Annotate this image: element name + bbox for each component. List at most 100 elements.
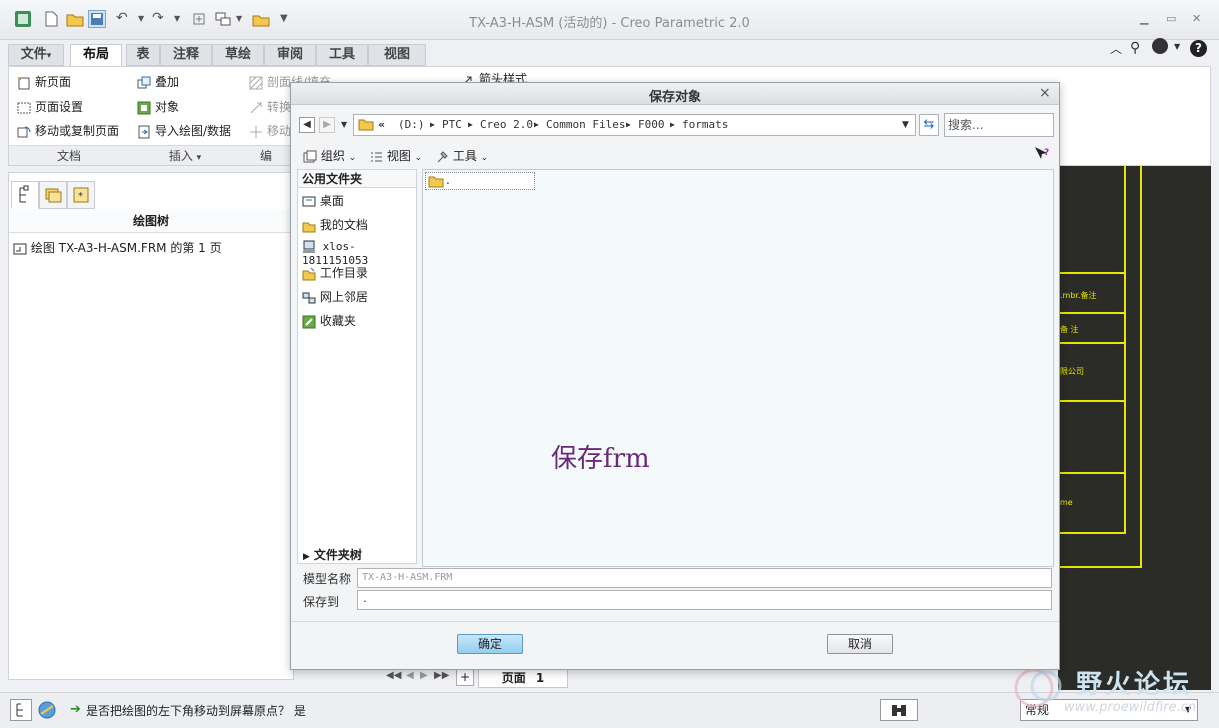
minimize-icon[interactable]: ▁: [1140, 12, 1148, 25]
back-icon[interactable]: ◀: [299, 117, 315, 133]
file-list[interactable]: . 保存frm: [422, 169, 1054, 567]
tools-menu[interactable]: 工具 ⌄: [435, 147, 488, 164]
history-dropdown-icon[interactable]: ▼: [341, 120, 347, 129]
import-icon: [137, 125, 151, 139]
chevron-down-icon: ⌄: [414, 153, 423, 163]
tab-model-tree[interactable]: [11, 181, 39, 209]
convert-button[interactable]: 转换: [249, 98, 291, 115]
tab-view[interactable]: 视图: [368, 44, 426, 66]
folder-icon: [358, 117, 374, 138]
ok-button[interactable]: 确定: [457, 634, 523, 654]
breadcrumb-formats[interactable]: formats: [682, 115, 728, 135]
place-favorites[interactable]: 收藏夹: [302, 312, 356, 329]
place-desktop[interactable]: 桌面: [302, 192, 344, 209]
tab-layout[interactable]: 布局: [70, 44, 122, 68]
object-icon: [137, 101, 151, 115]
search-input[interactable]: 搜索...: [944, 113, 1054, 137]
next-page-icon[interactable]: ▶: [420, 670, 428, 681]
frame-text: .mbr.备注: [1060, 291, 1097, 300]
title-bar: ↶ ▼ ↷ ▼ ▼ ▼ TX-A3-H-ASM (活动的) - Creo Par…: [0, 0, 1219, 40]
object-button[interactable]: 对象: [137, 98, 179, 115]
document-group-label: 文档: [9, 145, 129, 165]
frame-line: [1058, 400, 1126, 402]
breadcrumb-sep-icon: ▶: [430, 120, 435, 129]
breadcrumb-overflow[interactable]: «: [378, 115, 385, 135]
tab-table[interactable]: 表: [126, 44, 160, 66]
place-network[interactable]: 网上邻居: [302, 288, 368, 305]
tab-review[interactable]: 审阅: [264, 44, 316, 66]
breadcrumb-sep-icon: ▶: [670, 120, 675, 129]
edit-group-label: 编: [241, 145, 291, 165]
insert-group-label[interactable]: 插入 ▾: [129, 145, 241, 165]
view-menu[interactable]: 视图 ⌄: [369, 147, 422, 164]
window-title: TX-A3-H-ASM (活动的) - Creo Parametric 2.0: [469, 16, 750, 31]
documents-folder-icon: [302, 219, 316, 233]
organize-menu[interactable]: 组织 ⌄: [303, 147, 356, 164]
move-copy-page-button[interactable]: 移动或复制页面: [17, 122, 119, 139]
window-close-icon[interactable]: ✕: [1192, 12, 1201, 25]
file-item-current-folder[interactable]: .: [425, 172, 535, 190]
frame-line: [1124, 166, 1126, 534]
tree-item-page[interactable]: 绘图 TX-A3-H-ASM.FRM 的第 1 页: [13, 239, 222, 256]
tab-favorites[interactable]: *: [67, 181, 95, 209]
place-working-directory[interactable]: 工作目录: [302, 264, 368, 281]
tab-file[interactable]: 文件▾: [8, 44, 64, 66]
dialog-close-button[interactable]: ×: [1039, 85, 1051, 101]
overlay-icon: [137, 76, 151, 90]
place-my-documents[interactable]: 我的文档: [302, 216, 368, 233]
watermark-text: 野火论坛: [1076, 670, 1193, 700]
breadcrumb-common-files[interactable]: Common Files: [546, 115, 625, 135]
frame-line: [1140, 166, 1142, 568]
place-computer[interactable]: xlos-1811151053: [302, 240, 416, 267]
tab-page-1[interactable]: 页面 1: [478, 668, 568, 688]
folder-tree-toggle[interactable]: ▶ 文件夹树: [297, 544, 417, 566]
import-drawing-button[interactable]: 导入绘图/数据: [137, 122, 231, 139]
help-icon[interactable]: ?: [1190, 40, 1207, 57]
address-dropdown-icon[interactable]: ▼: [902, 115, 909, 135]
tab-tools[interactable]: 工具: [316, 44, 368, 66]
toggle-tree-icon[interactable]: [10, 699, 32, 721]
breadcrumb-sep-icon: ▶: [534, 120, 539, 129]
overlay-button[interactable]: 叠加: [137, 73, 179, 90]
frame-line: [1058, 312, 1126, 314]
page-setup-icon: [17, 101, 31, 115]
breadcrumb-creo[interactable]: Creo 2.0: [480, 115, 533, 135]
tab-layers[interactable]: [39, 181, 67, 209]
community-icon[interactable]: [1152, 38, 1168, 54]
prev-page-icon[interactable]: ◀: [406, 670, 414, 681]
model-tree-panel: * 绘图树 绘图 TX-A3-H-ASM.FRM 的第 1 页: [8, 172, 294, 680]
address-bar[interactable]: « (D:) ▶ PTC ▶ Creo 2.0 ▶ Common Files ▶…: [353, 114, 916, 136]
breadcrumb-f000[interactable]: F000: [638, 115, 665, 135]
refresh-icon[interactable]: ⇆: [919, 114, 939, 136]
add-page-button[interactable]: +: [456, 668, 474, 686]
maximize-icon[interactable]: ▭: [1166, 12, 1176, 25]
first-page-icon[interactable]: ◀◀: [386, 670, 401, 681]
model-name-label: 模型名称: [303, 572, 352, 586]
context-help-icon[interactable]: ?: [1033, 145, 1051, 163]
breadcrumb-ptc[interactable]: PTC: [442, 115, 462, 135]
save-to-field[interactable]: .: [357, 590, 1052, 610]
drawing-canvas[interactable]: .mbr.备注 备 注 限公司 me: [1058, 166, 1211, 690]
view-icon: [369, 150, 383, 164]
tab-sketch[interactable]: 草绘: [212, 44, 264, 66]
breadcrumb-drive[interactable]: (D:): [398, 115, 425, 135]
forward-icon[interactable]: ▶: [319, 117, 335, 133]
community-dropdown-icon[interactable]: ▼: [1174, 42, 1180, 51]
dialog-title-bar[interactable]: 保存对象 ×: [291, 83, 1059, 105]
desktop-icon: [302, 195, 316, 209]
frame-line: [1058, 472, 1126, 474]
model-name-field[interactable]: TX-A3-H-ASM.FRM: [357, 568, 1052, 588]
collapse-ribbon-icon[interactable]: ︿: [1110, 40, 1122, 57]
tab-annotate[interactable]: 注释: [160, 44, 212, 66]
cancel-button[interactable]: 取消: [827, 634, 893, 654]
move-icon: [249, 125, 263, 139]
toggle-browser-icon[interactable]: [36, 699, 58, 721]
move-button[interactable]: 移动: [249, 122, 291, 139]
new-page-button[interactable]: 新页面: [17, 73, 71, 90]
page-setup-button[interactable]: 页面设置: [17, 98, 83, 115]
search-icon[interactable]: ⚲: [1130, 40, 1140, 56]
smart-filter-icon[interactable]: [880, 699, 918, 721]
frame-line: [1058, 566, 1142, 568]
frame-line: [1058, 342, 1126, 344]
last-page-icon[interactable]: ▶▶: [434, 670, 449, 681]
